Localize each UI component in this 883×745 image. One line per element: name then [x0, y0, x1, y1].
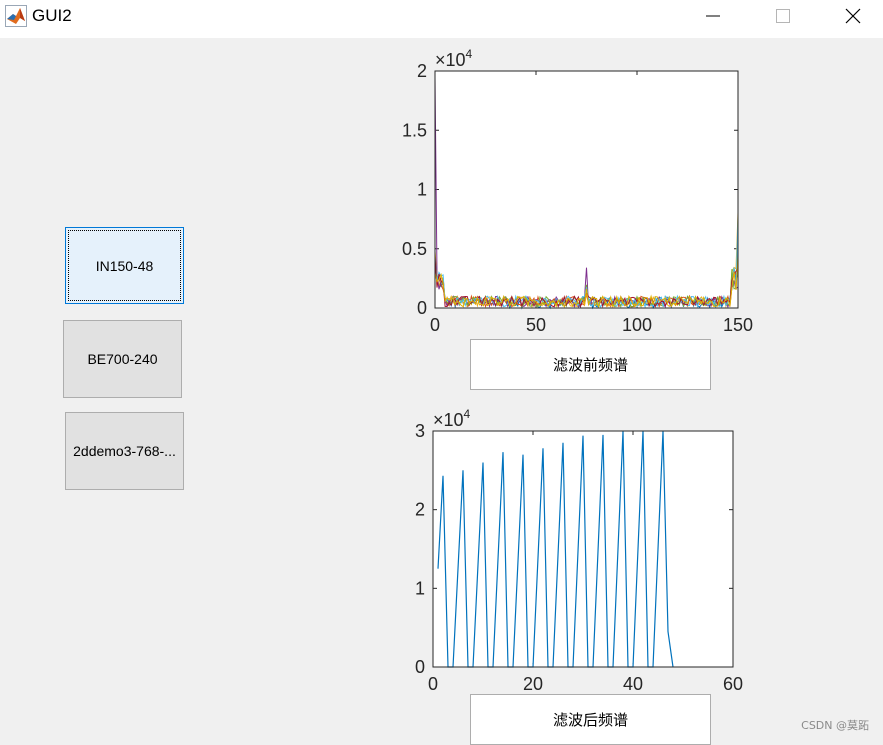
exponent-power: 4 [464, 407, 471, 421]
axis-exponent-label: ×104 [433, 407, 471, 430]
y-tick-label: 0 [415, 657, 425, 677]
plot-area [433, 431, 733, 667]
y-tick-label: 2 [415, 500, 425, 520]
x-tick-label: 0 [428, 674, 438, 694]
watermark: CSDN @莫跖 [801, 719, 869, 732]
before-filter-label: 滤波前频谱 [470, 339, 711, 390]
y-tick-label: 0.5 [402, 239, 427, 259]
y-tick-label: 0 [417, 298, 427, 318]
y-tick-label: 2 [417, 61, 427, 81]
plots-canvas: 0 50 100 150 0 0.5 1 1.5 2 ×104 0 20 40 60 0 1 2 3 ×104 [402, 47, 753, 694]
after-filter-label: 滤波后频谱 [470, 694, 711, 745]
y-tick-label: 1 [415, 578, 425, 598]
y-tick-label: 3 [415, 421, 425, 441]
x-tick-label: 0 [430, 315, 440, 335]
spectrum-after-axes: 0 20 40 60 0 1 2 3 ×104 [415, 407, 743, 694]
y-tick-label: 1 [417, 180, 427, 200]
axis-exponent-label: ×104 [435, 47, 473, 70]
x-tick-label: 50 [526, 315, 546, 335]
spectrum-before-axes: 0 50 100 150 0 0.5 1 1.5 2 ×104 [402, 47, 753, 335]
x-tick-label: 40 [623, 674, 643, 694]
x-tick-label: 20 [523, 674, 543, 694]
exponent-power: 4 [466, 47, 473, 61]
x-tick-label: 60 [723, 674, 743, 694]
x-tick-label: 150 [723, 315, 753, 335]
y-tick-label: 1.5 [402, 120, 427, 140]
x-tick-label: 100 [622, 315, 652, 335]
